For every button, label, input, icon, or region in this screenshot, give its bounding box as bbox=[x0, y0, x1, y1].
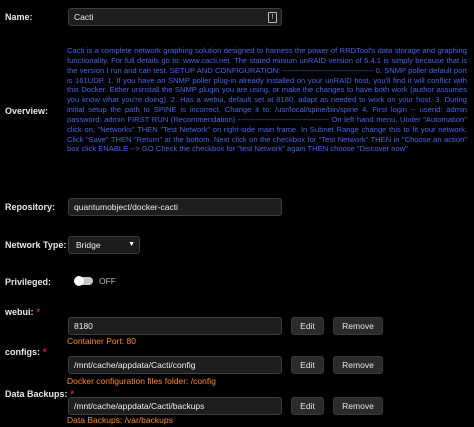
configs-remove-button[interactable]: Remove bbox=[333, 356, 383, 374]
data-backups-remove-button[interactable]: Remove bbox=[333, 397, 383, 415]
required-mark: * bbox=[36, 307, 41, 317]
network-type-label: Network Type: bbox=[5, 240, 67, 250]
webui-value: 8180 bbox=[74, 321, 93, 331]
data-backups-label: Data Backups: * bbox=[5, 389, 74, 399]
name-label: Name: bbox=[5, 12, 33, 22]
webui-hint: Container Port: 80 bbox=[67, 336, 136, 346]
data-backups-edit-button[interactable]: Edit bbox=[291, 397, 324, 415]
overview-label: Overview: bbox=[5, 106, 49, 116]
privileged-state-text: OFF bbox=[99, 276, 116, 286]
configs-edit-button[interactable]: Edit bbox=[291, 356, 324, 374]
network-type-select[interactable]: Bridge ▼ bbox=[68, 236, 140, 254]
chevron-down-icon: ▼ bbox=[128, 241, 135, 248]
privileged-toggle[interactable] bbox=[74, 276, 93, 286]
info-badge-icon: ! bbox=[268, 12, 277, 23]
webui-input[interactable]: 8180 bbox=[68, 317, 282, 335]
repository-value: quantumobject/docker-cacti bbox=[74, 202, 178, 212]
network-type-value: Bridge bbox=[76, 240, 101, 250]
docker-template-form: Name: Cacti ! Overview: Cacti is a compl… bbox=[0, 0, 474, 427]
toggle-knob bbox=[74, 276, 84, 286]
webui-label-text: webui: bbox=[5, 307, 34, 317]
webui-edit-button[interactable]: Edit bbox=[291, 317, 324, 335]
data-backups-value: /mnt/cache/appdata/Cacti/backups bbox=[74, 401, 205, 411]
overview-text: Cacti is a complete network graphing sol… bbox=[67, 46, 467, 154]
name-value: Cacti bbox=[74, 12, 94, 22]
webui-remove-button[interactable]: Remove bbox=[333, 317, 383, 335]
configs-input[interactable]: /mnt/cache/appdata/Cacti/config bbox=[68, 356, 282, 374]
webui-label: webui: * bbox=[5, 307, 40, 317]
configs-label: configs: * bbox=[5, 347, 47, 357]
privileged-label: Privileged: bbox=[5, 277, 52, 287]
data-backups-label-text: Data Backups: bbox=[5, 389, 68, 399]
configs-hint: Docker configuration files folder: /conf… bbox=[67, 376, 216, 386]
data-backups-hint: Data Backups: /var/backups bbox=[67, 415, 173, 425]
repository-input[interactable]: quantumobject/docker-cacti bbox=[68, 198, 282, 216]
data-backups-input[interactable]: /mnt/cache/appdata/Cacti/backups bbox=[68, 397, 282, 415]
configs-label-text: configs: bbox=[5, 347, 40, 357]
name-input[interactable]: Cacti ! bbox=[68, 8, 282, 26]
required-mark: * bbox=[43, 347, 47, 357]
configs-value: /mnt/cache/appdata/Cacti/config bbox=[74, 360, 196, 370]
repository-label: Repository: bbox=[5, 202, 56, 212]
